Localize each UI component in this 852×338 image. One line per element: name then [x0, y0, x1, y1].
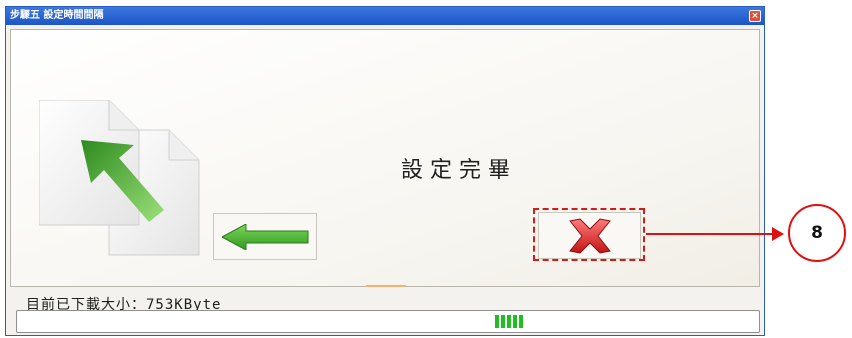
download-progress-bar	[16, 310, 760, 333]
title-bar: 步驟五 設定時間間隔 ×	[6, 7, 764, 25]
progress-chunk	[513, 315, 517, 328]
progress-indicator	[495, 315, 523, 328]
content-panel: 設定完畢	[10, 29, 760, 287]
annotation-arrow-line	[646, 233, 776, 235]
wizard-window: 步驟五 設定時間間隔 × 設定完畢 目前已下載大小：753KByte	[5, 6, 765, 336]
progress-chunk	[519, 315, 523, 328]
close-window-button[interactable]: ×	[749, 10, 761, 22]
completion-message: 設定完畢	[401, 158, 518, 183]
back-button[interactable]	[213, 213, 317, 260]
annotation-arrow-head	[772, 227, 784, 241]
step-number-badge: 8	[788, 204, 846, 262]
progress-chunk	[507, 315, 511, 328]
window-title: 步驟五 設定時間間隔	[10, 10, 104, 21]
divider-accent	[366, 285, 406, 287]
left-arrow-icon	[222, 224, 309, 250]
progress-chunk	[495, 315, 499, 328]
file-restore-icon	[39, 100, 200, 256]
annotation-highlight-box	[533, 208, 645, 261]
progress-chunk	[501, 315, 505, 328]
